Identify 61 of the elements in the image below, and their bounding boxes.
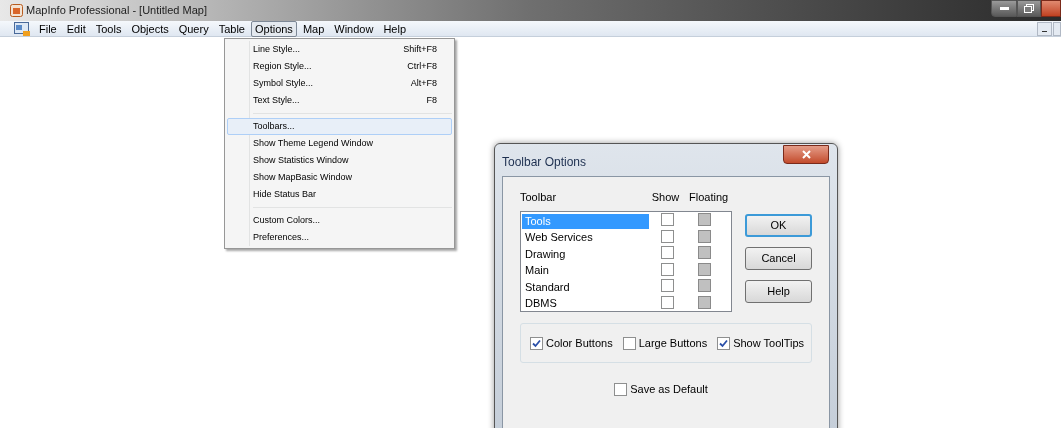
child-restore-button[interactable] [1053, 21, 1061, 36]
window-title: MapInfo Professional - [Untitled Map] [26, 3, 207, 19]
dialog-button[interactable]: Help [745, 280, 812, 303]
map-app-icon [10, 4, 23, 17]
menu-item[interactable]: Query [174, 20, 213, 37]
menu-entry[interactable]: Symbol Style... Alt+F8 [227, 75, 452, 92]
menu-item[interactable]: Objects [127, 20, 173, 37]
show-checkbox[interactable] [661, 229, 674, 243]
column-header: Toolbar [520, 189, 558, 205]
checkbox-label: Save as Default [630, 382, 708, 397]
checkmark-icon [719, 338, 729, 348]
menu-item[interactable]: Map [298, 20, 329, 37]
list-item[interactable]: Web Services [522, 230, 649, 246]
menu-entry[interactable]: Preferences... [227, 229, 452, 246]
checkmark-icon [532, 338, 541, 348]
menu-entry[interactable]: Custom Colors... [227, 212, 452, 229]
close-icon [801, 150, 811, 159]
menu-entry[interactable]: Text Style... F8 [227, 92, 452, 109]
minimize-icon [1042, 30, 1047, 32]
menu-entry[interactable]: Show MapBasic Window [227, 169, 452, 186]
menu-item[interactable]: Window [330, 20, 378, 37]
minimize-icon [999, 7, 1009, 10]
list-item[interactable]: Drawing [522, 246, 649, 262]
option-checkbox[interactable] [622, 336, 636, 350]
column-header: Show [650, 189, 681, 205]
menu-item[interactable]: Help [379, 20, 411, 37]
restore-button[interactable] [1017, 0, 1041, 17]
save-default-checkbox[interactable] [614, 382, 628, 396]
column-header: Floating [689, 189, 729, 205]
menu-entry[interactable]: Region Style... Ctrl+F8 [227, 58, 452, 75]
menu-entry[interactable]: Line Style... Shift+F8 [227, 41, 452, 58]
child-minimize-button[interactable] [1037, 21, 1052, 36]
dialog-title: Toolbar Options [502, 154, 587, 171]
show-checkbox[interactable] [661, 246, 674, 260]
menu-item[interactable]: File [35, 20, 61, 37]
menu-item[interactable]: Edit [62, 20, 90, 37]
checkbox-label: Show ToolTips [733, 335, 805, 351]
show-checkbox[interactable] [661, 279, 674, 293]
menu-entry[interactable]: Show Theme Legend Window [227, 135, 452, 152]
dialog-button[interactable]: OK [745, 214, 812, 237]
menu-item[interactable]: Table [214, 20, 249, 37]
dialog-button[interactable]: Cancel [745, 247, 812, 270]
close-button[interactable] [1041, 0, 1061, 17]
show-checkbox[interactable] [661, 295, 674, 309]
checkbox-label: Large Buttons [638, 335, 708, 351]
menu-entry[interactable]: Show Statistics Window [227, 152, 452, 169]
list-item[interactable]: Standard [522, 279, 649, 295]
document-map-icon [14, 21, 30, 36]
show-checkbox[interactable] [661, 262, 674, 276]
menu-item[interactable]: Tools [91, 20, 126, 37]
minimize-button[interactable] [991, 0, 1017, 17]
close-button[interactable] [783, 145, 829, 164]
option-checkbox[interactable] [530, 336, 543, 350]
restore-icon [1024, 4, 1034, 13]
checkbox-label: Color Buttons [546, 335, 613, 351]
show-checkbox[interactable] [661, 213, 674, 227]
list-item[interactable]: DBMS [522, 296, 649, 312]
menu-entry[interactable]: Toolbars... [227, 118, 452, 135]
list-item[interactable]: Main [522, 263, 649, 279]
option-checkbox[interactable] [717, 336, 731, 350]
menu-entry[interactable]: Hide Status Bar [227, 186, 452, 203]
